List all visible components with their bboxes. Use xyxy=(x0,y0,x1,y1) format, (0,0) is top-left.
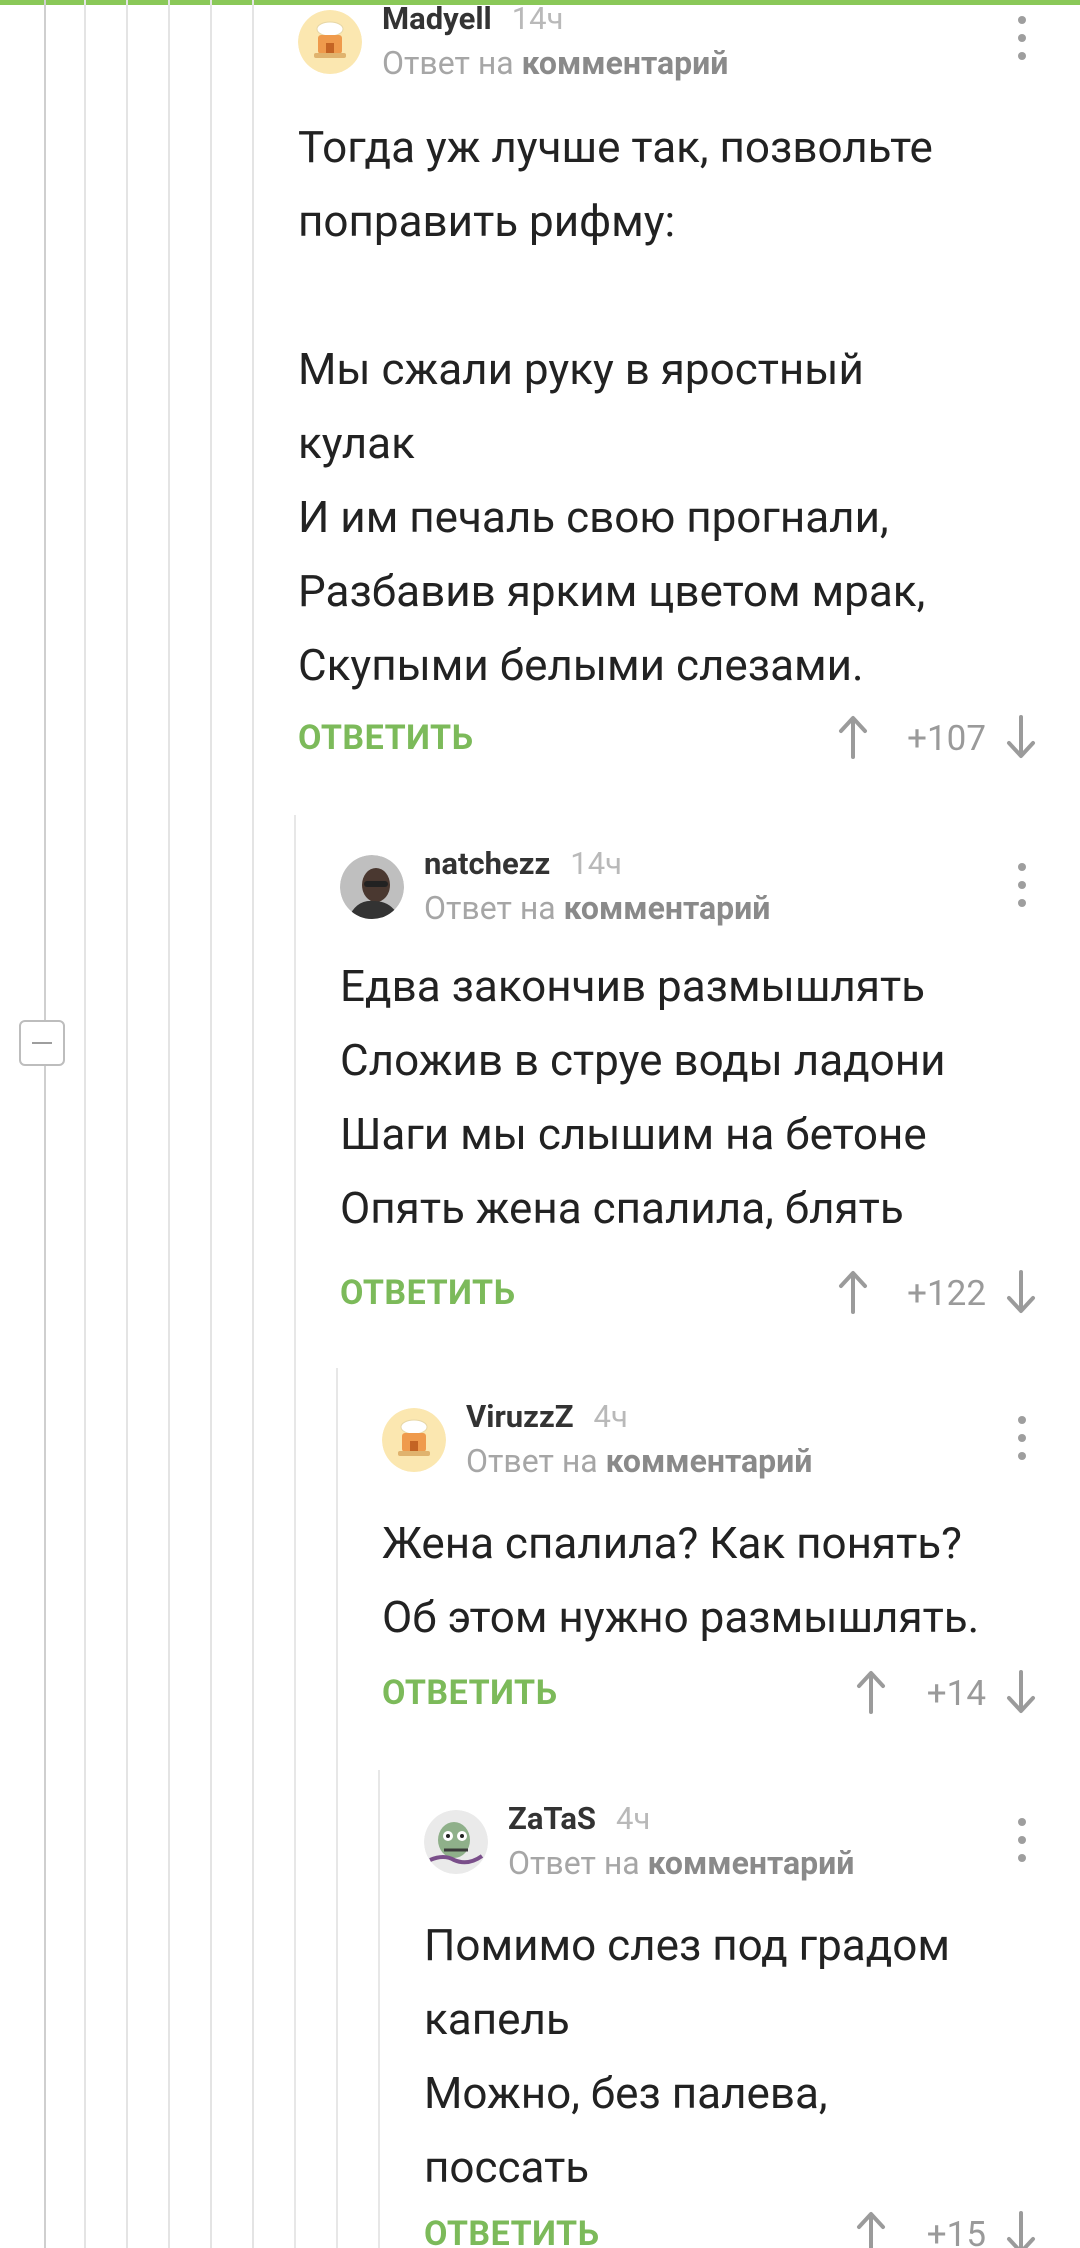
photo-avatar-icon xyxy=(340,855,404,919)
comment-author[interactable]: ZaTaS 4ч xyxy=(508,1800,650,1837)
avatar[interactable] xyxy=(340,855,404,919)
kebab-menu-icon[interactable] xyxy=(1016,863,1028,909)
chef-avatar-icon xyxy=(382,1408,446,1472)
reply-indent-line xyxy=(378,1770,380,2248)
reply-to-link[interactable]: Ответ на комментарий xyxy=(466,1442,812,1480)
kebab-menu-icon[interactable] xyxy=(1016,16,1028,62)
comment-author[interactable]: ViruzzZ 4ч xyxy=(466,1398,628,1435)
arrow-down-icon[interactable] xyxy=(1006,715,1036,759)
reply-button[interactable]: ОТВЕТИТЬ xyxy=(382,1673,558,1713)
comment-time: 4ч xyxy=(593,1398,628,1435)
comment-body: Тогда уж лучше так, позвольте поправить … xyxy=(298,121,933,691)
thread-line xyxy=(126,0,128,2248)
arrow-down-icon[interactable] xyxy=(1006,2211,1036,2248)
arrow-up-icon[interactable] xyxy=(856,2211,886,2248)
arrow-up-icon[interactable] xyxy=(856,1670,886,1714)
chef-avatar-icon xyxy=(298,10,362,74)
reply-to-link[interactable]: Ответ на комментарий xyxy=(382,44,728,82)
arrow-up-icon[interactable] xyxy=(838,715,868,759)
comment-body: Едва закончив размышлять Сложив в струе … xyxy=(340,960,946,1234)
comment-time: 14ч xyxy=(511,0,564,37)
thread-line xyxy=(252,0,254,2248)
comments-screen: Madyell 14ч Ответ на комментарий Тогда уж… xyxy=(0,0,1080,2248)
rating-count: +107 xyxy=(907,718,986,759)
avatar[interactable] xyxy=(382,1408,446,1472)
thread-line xyxy=(210,0,212,2248)
comment-time: 14ч xyxy=(570,845,622,882)
reply-button[interactable]: ОТВЕТИТЬ xyxy=(424,2214,600,2248)
kebab-menu-icon[interactable] xyxy=(1016,1416,1028,1462)
comment-author[interactable]: Madyell 14ч xyxy=(382,0,563,37)
avatar[interactable] xyxy=(424,1810,488,1874)
thread-line[interactable] xyxy=(44,0,46,2248)
collapse-thread-button[interactable] xyxy=(19,1020,65,1066)
arrow-down-icon[interactable] xyxy=(1006,1270,1036,1314)
reply-indent-line xyxy=(336,1368,338,2248)
rating-count: +14 xyxy=(926,1673,986,1714)
arrow-down-icon[interactable] xyxy=(1006,1670,1036,1714)
kebab-menu-icon[interactable] xyxy=(1016,1818,1028,1864)
collapse-icon xyxy=(32,1042,52,1044)
reply-to-link[interactable]: Ответ на комментарий xyxy=(508,1844,854,1882)
comment-body: Помимо слез под градом капель Можно, без… xyxy=(424,1919,951,2193)
comment-author[interactable]: natchezz 14ч xyxy=(424,845,622,882)
comment-body: Жена спалила? Как понять? Об этом нужно … xyxy=(382,1517,980,1643)
reply-button[interactable]: ОТВЕТИТЬ xyxy=(340,1273,516,1313)
rating-count: +122 xyxy=(907,1273,986,1314)
zombie-avatar-icon xyxy=(424,1810,488,1874)
reply-indent-line xyxy=(294,815,296,2248)
rating-count: +15 xyxy=(926,2214,986,2248)
avatar[interactable] xyxy=(298,10,362,74)
thread-line xyxy=(84,0,86,2248)
reply-button[interactable]: ОТВЕТИТЬ xyxy=(298,718,474,758)
reply-to-link[interactable]: Ответ на комментарий xyxy=(424,889,770,927)
arrow-up-icon[interactable] xyxy=(838,1270,868,1314)
comment-time: 4ч xyxy=(616,1800,651,1837)
thread-line xyxy=(168,0,170,2248)
